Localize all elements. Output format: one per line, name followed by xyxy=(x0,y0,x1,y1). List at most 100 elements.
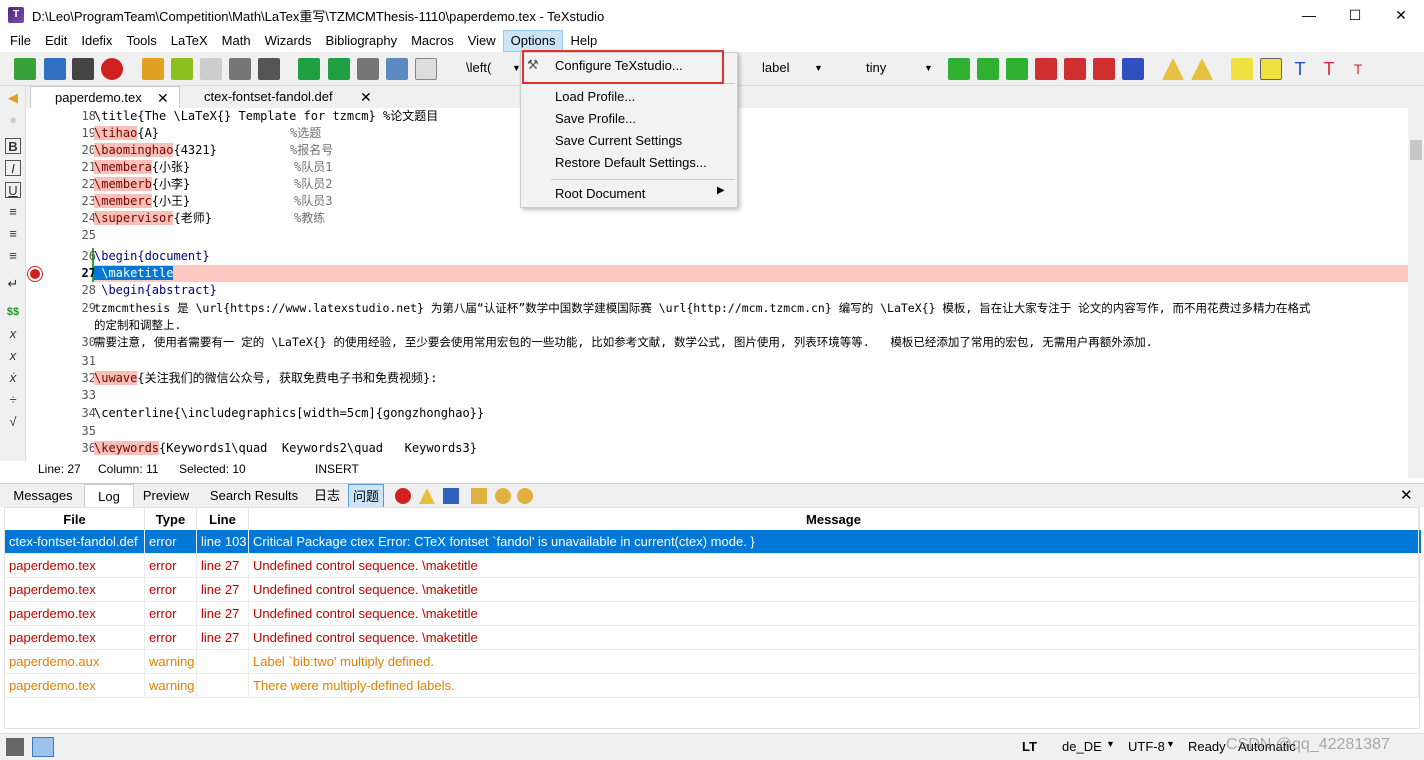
tab-paperdemo[interactable]: paperdemo.tex ✕ xyxy=(30,86,180,108)
align-columns-icon[interactable] xyxy=(1122,58,1144,80)
menu-view[interactable]: View xyxy=(461,30,503,52)
table-icon[interactable] xyxy=(948,58,970,80)
vertical-scrollbar[interactable] xyxy=(1408,108,1424,478)
column-header-message[interactable]: Message xyxy=(249,508,1419,532)
table-row[interactable]: paperdemo.tex error line 27 Undefined co… xyxy=(5,626,1421,650)
strikeout-icon[interactable]: T xyxy=(1318,58,1340,80)
encoding-selector[interactable]: UTF-8 xyxy=(1128,739,1165,754)
table-row[interactable]: paperdemo.tex error line 27 Undefined co… xyxy=(5,554,1421,578)
menu-idefix[interactable]: Idefix xyxy=(74,30,119,52)
left-delimiter-combo[interactable]: \left( ▼ xyxy=(466,57,522,79)
menu-save-profile[interactable]: Save Profile... xyxy=(521,108,737,130)
tab-log[interactable]: Log xyxy=(84,484,134,508)
underline-icon[interactable]: U xyxy=(5,182,21,198)
align-center-icon[interactable]: ≡ xyxy=(5,226,21,242)
warning-icon[interactable] xyxy=(1162,58,1184,80)
back-arrow-icon[interactable]: ◀ xyxy=(5,90,21,106)
menu-latex[interactable]: LaTeX xyxy=(164,30,215,52)
text-icon[interactable]: T xyxy=(1289,58,1311,80)
tab-search-results[interactable]: Search Results xyxy=(206,484,302,508)
menu-load-profile[interactable]: Load Profile... xyxy=(521,86,737,108)
font-size-combo[interactable]: tiny ▼ xyxy=(866,57,934,79)
menu-file[interactable]: File xyxy=(3,30,38,52)
toggle-messages-icon[interactable] xyxy=(32,737,54,757)
cut-column-icon[interactable] xyxy=(1093,58,1115,80)
column-header-file[interactable]: File xyxy=(5,508,145,532)
open-file-icon[interactable] xyxy=(44,58,66,80)
new-file-icon[interactable] xyxy=(14,58,36,80)
build-and-view-icon[interactable] xyxy=(298,58,320,80)
menu-restore-default-settings[interactable]: Restore Default Settings... xyxy=(521,152,737,174)
menu-macros[interactable]: Macros xyxy=(404,30,461,52)
language-tool-icon[interactable]: LT xyxy=(1022,739,1037,754)
superscript-icon[interactable]: T xyxy=(1347,58,1369,80)
maximize-button[interactable]: ☐ xyxy=(1332,0,1378,30)
remove-row-icon[interactable] xyxy=(1035,58,1057,80)
close-button[interactable]: ✕ xyxy=(1378,0,1424,30)
previous-error-icon[interactable] xyxy=(471,488,487,504)
menu-tools[interactable]: Tools xyxy=(119,30,163,52)
toggle-structure-icon[interactable] xyxy=(6,738,24,756)
bold-icon[interactable]: B xyxy=(5,138,21,154)
align-right-icon[interactable]: ≡ xyxy=(5,248,21,264)
warning-next-icon[interactable] xyxy=(1191,58,1213,80)
tab-problems[interactable]: 问题 xyxy=(348,484,384,508)
label-combo[interactable]: label ▼ xyxy=(762,57,826,79)
align-left-icon[interactable]: ≡ xyxy=(5,204,21,220)
next-warning-icon[interactable] xyxy=(517,488,533,504)
typewriter-icon[interactable] xyxy=(1231,58,1253,80)
italic-icon[interactable]: I xyxy=(5,160,21,176)
undo-icon[interactable] xyxy=(142,58,164,80)
tab-log-cn[interactable]: 日志 xyxy=(312,484,342,508)
table-row[interactable]: paperdemo.tex error line 27 Undefined co… xyxy=(5,578,1421,602)
redo-icon[interactable] xyxy=(171,58,193,80)
minimize-button[interactable]: — xyxy=(1286,0,1332,30)
remove-column-icon[interactable] xyxy=(1064,58,1086,80)
menu-root-document[interactable]: Root Document xyxy=(521,183,737,205)
menu-wizards[interactable]: Wizards xyxy=(258,30,319,52)
menu-math[interactable]: Math xyxy=(215,30,258,52)
table-row[interactable]: paperdemo.tex warning There were multipl… xyxy=(5,674,1421,698)
log-icon[interactable] xyxy=(415,58,437,80)
view-icon[interactable] xyxy=(386,58,408,80)
table-column-icon[interactable] xyxy=(977,58,999,80)
tab-preview[interactable]: Preview xyxy=(138,484,194,508)
menu-save-current-settings[interactable]: Save Current Settings xyxy=(521,130,737,152)
paste-icon[interactable] xyxy=(258,58,280,80)
menu-bibliography[interactable]: Bibliography xyxy=(319,30,405,52)
close-tab-icon[interactable]: ✕ xyxy=(360,86,372,108)
stop-icon[interactable] xyxy=(357,58,379,80)
fraction-icon[interactable]: ẋ xyxy=(5,370,21,386)
warning-filter-icon[interactable] xyxy=(419,488,435,504)
sqrt-icon[interactable]: √ xyxy=(5,414,21,430)
superscript-side-icon[interactable]: x xyxy=(5,348,21,364)
cut-icon[interactable] xyxy=(229,58,251,80)
dfrac-icon[interactable]: ÷ xyxy=(5,392,21,408)
language-selector[interactable]: de_DE xyxy=(1062,739,1102,754)
column-header-line[interactable]: Line xyxy=(197,508,249,532)
badbox-filter-icon[interactable] xyxy=(443,488,459,504)
table-row-icon[interactable] xyxy=(1006,58,1028,80)
next-error-icon[interactable] xyxy=(495,488,511,504)
tab-ctex-fontset[interactable]: ctex-fontset-fandol.def ✕ xyxy=(180,86,372,108)
scrollbar-thumb[interactable] xyxy=(1410,140,1422,160)
menu-options[interactable]: Options xyxy=(502,30,564,52)
copy-icon[interactable] xyxy=(200,58,222,80)
table-row[interactable]: paperdemo.aux warning Label `bib:two' mu… xyxy=(5,650,1421,674)
math-mode-icon[interactable]: $$ xyxy=(5,304,21,320)
menu-help[interactable]: Help xyxy=(563,30,604,52)
column-header-type[interactable]: Type xyxy=(145,508,197,532)
save-icon[interactable] xyxy=(72,58,94,80)
close-tab-icon[interactable]: ✕ xyxy=(157,87,169,109)
forward-arrow-icon[interactable]: ● xyxy=(5,112,21,128)
close-panel-icon[interactable]: ✕ xyxy=(1400,486,1413,504)
close-document-icon[interactable] xyxy=(101,58,123,80)
tab-messages[interactable]: Messages xyxy=(6,484,80,508)
comment-icon[interactable] xyxy=(1260,58,1282,80)
table-row[interactable]: ctex-fontset-fandol.def error line 103 C… xyxy=(5,530,1421,554)
table-row[interactable]: paperdemo.tex error line 27 Undefined co… xyxy=(5,602,1421,626)
menu-edit[interactable]: Edit xyxy=(38,30,74,52)
error-filter-icon[interactable] xyxy=(395,488,411,504)
subscript-icon[interactable]: x xyxy=(5,326,21,342)
newline-icon[interactable]: ↵ xyxy=(5,276,21,292)
